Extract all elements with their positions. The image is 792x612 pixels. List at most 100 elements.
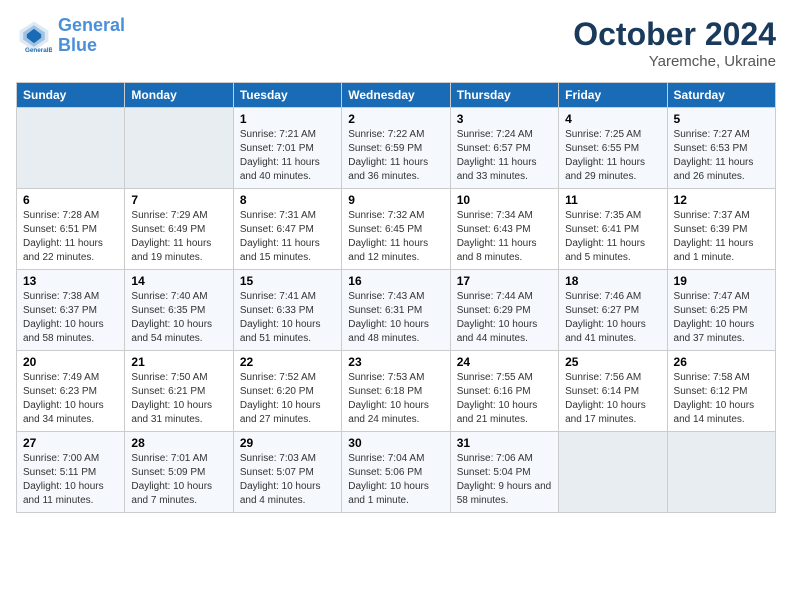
calendar-cell: 12Sunrise: 7:37 AMSunset: 6:39 PMDayligh…	[667, 189, 775, 270]
sunset-text: Sunset: 6:27 PM	[565, 304, 660, 318]
calendar-cell: 2Sunrise: 7:22 AMSunset: 6:59 PMDaylight…	[342, 108, 450, 189]
day-number: 7	[131, 193, 226, 207]
daylight-text: Daylight: 11 hours and 1 minute.	[674, 237, 769, 265]
sunrise-text: Sunrise: 7:35 AM	[565, 209, 660, 223]
day-number: 19	[674, 274, 769, 288]
day-info: Sunrise: 7:28 AMSunset: 6:51 PMDaylight:…	[23, 209, 118, 265]
sunrise-text: Sunrise: 7:25 AM	[565, 128, 660, 142]
day-number: 6	[23, 193, 118, 207]
day-info: Sunrise: 7:25 AMSunset: 6:55 PMDaylight:…	[565, 128, 660, 184]
sunset-text: Sunset: 6:16 PM	[457, 385, 552, 399]
calendar-cell	[667, 432, 775, 513]
daylight-text: Daylight: 10 hours and 27 minutes.	[240, 399, 335, 427]
weekday-header-wednesday: Wednesday	[342, 83, 450, 108]
day-number: 16	[348, 274, 443, 288]
day-info: Sunrise: 7:34 AMSunset: 6:43 PMDaylight:…	[457, 209, 552, 265]
day-number: 17	[457, 274, 552, 288]
daylight-text: Daylight: 11 hours and 29 minutes.	[565, 156, 660, 184]
weekday-header-saturday: Saturday	[667, 83, 775, 108]
day-number: 30	[348, 436, 443, 450]
calendar-cell: 17 Sunrise: 7:44 AMSunset: 6:29 PMDayligh…	[450, 270, 558, 351]
calendar-cell: 6 Sunrise: 7:28 AMSunset: 6:51 PMDaylight…	[17, 189, 125, 270]
sunset-text: Sunset: 6:29 PM	[457, 304, 552, 318]
calendar-cell: 15Sunrise: 7:41 AMSunset: 6:33 PMDayligh…	[233, 270, 341, 351]
day-info: Sunrise: 7:56 AMSunset: 6:14 PMDaylight:…	[565, 371, 660, 427]
day-info: Sunrise: 7:01 AMSunset: 5:09 PMDaylight:…	[131, 452, 226, 508]
sunset-text: Sunset: 6:35 PM	[131, 304, 226, 318]
day-number: 15	[240, 274, 335, 288]
sunset-text: Sunset: 6:45 PM	[348, 223, 443, 237]
sunset-text: Sunset: 6:49 PM	[131, 223, 226, 237]
daylight-text: Daylight: 11 hours and 22 minutes.	[23, 237, 118, 265]
daylight-text: Daylight: 11 hours and 12 minutes.	[348, 237, 443, 265]
day-info: Sunrise: 7:22 AMSunset: 6:59 PMDaylight:…	[348, 128, 443, 184]
sunrise-text: Sunrise: 7:03 AM	[240, 452, 335, 466]
sunrise-text: Sunrise: 7:37 AM	[674, 209, 769, 223]
day-number: 29	[240, 436, 335, 450]
calendar-cell: 10Sunrise: 7:34 AMSunset: 6:43 PMDayligh…	[450, 189, 558, 270]
day-number: 23	[348, 355, 443, 369]
calendar-cell: 19Sunrise: 7:47 AMSunset: 6:25 PMDayligh…	[667, 270, 775, 351]
day-number: 22	[240, 355, 335, 369]
sunset-text: Sunset: 6:43 PM	[457, 223, 552, 237]
sunset-text: Sunset: 7:01 PM	[240, 142, 335, 156]
calendar-cell: 22Sunrise: 7:52 AMSunset: 6:20 PMDayligh…	[233, 351, 341, 432]
sunrise-text: Sunrise: 7:28 AM	[23, 209, 118, 223]
calendar-cell: 4Sunrise: 7:25 AMSunset: 6:55 PMDaylight…	[559, 108, 667, 189]
location-subtitle: Yaremche, Ukraine	[573, 53, 776, 70]
calendar-cell: 20Sunrise: 7:49 AMSunset: 6:23 PMDayligh…	[17, 351, 125, 432]
calendar-cell	[125, 108, 233, 189]
calendar-cell: 8Sunrise: 7:31 AMSunset: 6:47 PMDaylight…	[233, 189, 341, 270]
day-number: 14	[131, 274, 226, 288]
sunrise-text: Sunrise: 7:43 AM	[348, 290, 443, 304]
sunset-text: Sunset: 6:23 PM	[23, 385, 118, 399]
day-number: 25	[565, 355, 660, 369]
calendar-cell: 31Sunrise: 7:06 AMSunset: 5:04 PMDayligh…	[450, 432, 558, 513]
day-info: Sunrise: 7:53 AMSunset: 6:18 PMDaylight:…	[348, 371, 443, 427]
daylight-text: Daylight: 11 hours and 15 minutes.	[240, 237, 335, 265]
day-number: 9	[348, 193, 443, 207]
day-info: Sunrise: 7:44 AMSunset: 6:29 PMDaylight:…	[457, 290, 552, 346]
sunrise-text: Sunrise: 7:31 AM	[240, 209, 335, 223]
calendar-cell: 9Sunrise: 7:32 AMSunset: 6:45 PMDaylight…	[342, 189, 450, 270]
sunrise-text: Sunrise: 7:27 AM	[674, 128, 769, 142]
logo-icon: GeneralBlue	[16, 18, 52, 54]
calendar-cell: 25 Sunrise: 7:56 AMSunset: 6:14 PMDayligh…	[559, 351, 667, 432]
sunrise-text: Sunrise: 7:55 AM	[457, 371, 552, 385]
sunset-text: Sunset: 6:41 PM	[565, 223, 660, 237]
month-title: October 2024	[573, 16, 776, 53]
sunrise-text: Sunrise: 7:38 AM	[23, 290, 118, 304]
sunrise-text: Sunrise: 7:44 AM	[457, 290, 552, 304]
sunrise-text: Sunrise: 7:52 AM	[240, 371, 335, 385]
daylight-text: Daylight: 10 hours and 44 minutes.	[457, 318, 552, 346]
day-number: 11	[565, 193, 660, 207]
day-number: 24	[457, 355, 552, 369]
sunrise-text: Sunrise: 7:00 AM	[23, 452, 118, 466]
day-number: 20	[23, 355, 118, 369]
calendar-cell: 16Sunrise: 7:43 AMSunset: 6:31 PMDayligh…	[342, 270, 450, 351]
sunset-text: Sunset: 5:06 PM	[348, 466, 443, 480]
sunrise-text: Sunrise: 7:50 AM	[131, 371, 226, 385]
daylight-text: Daylight: 10 hours and 37 minutes.	[674, 318, 769, 346]
day-info: Sunrise: 7:21 AMSunset: 7:01 PMDaylight:…	[240, 128, 335, 184]
title-block: October 2024 Yaremche, Ukraine	[573, 16, 776, 70]
sunset-text: Sunset: 6:25 PM	[674, 304, 769, 318]
day-info: Sunrise: 7:29 AMSunset: 6:49 PMDaylight:…	[131, 209, 226, 265]
sunset-text: Sunset: 5:07 PM	[240, 466, 335, 480]
daylight-text: Daylight: 10 hours and 21 minutes.	[457, 399, 552, 427]
sunset-text: Sunset: 6:12 PM	[674, 385, 769, 399]
day-info: Sunrise: 7:24 AMSunset: 6:57 PMDaylight:…	[457, 128, 552, 184]
daylight-text: Daylight: 10 hours and 31 minutes.	[131, 399, 226, 427]
daylight-text: Daylight: 11 hours and 33 minutes.	[457, 156, 552, 184]
daylight-text: Daylight: 11 hours and 19 minutes.	[131, 237, 226, 265]
day-number: 31	[457, 436, 552, 450]
daylight-text: Daylight: 11 hours and 8 minutes.	[457, 237, 552, 265]
daylight-text: Daylight: 10 hours and 7 minutes.	[131, 480, 226, 508]
sunset-text: Sunset: 5:09 PM	[131, 466, 226, 480]
day-info: Sunrise: 7:31 AMSunset: 6:47 PMDaylight:…	[240, 209, 335, 265]
calendar-cell	[17, 108, 125, 189]
sunrise-text: Sunrise: 7:53 AM	[348, 371, 443, 385]
daylight-text: Daylight: 10 hours and 51 minutes.	[240, 318, 335, 346]
sunrise-text: Sunrise: 7:24 AM	[457, 128, 552, 142]
day-number: 21	[131, 355, 226, 369]
